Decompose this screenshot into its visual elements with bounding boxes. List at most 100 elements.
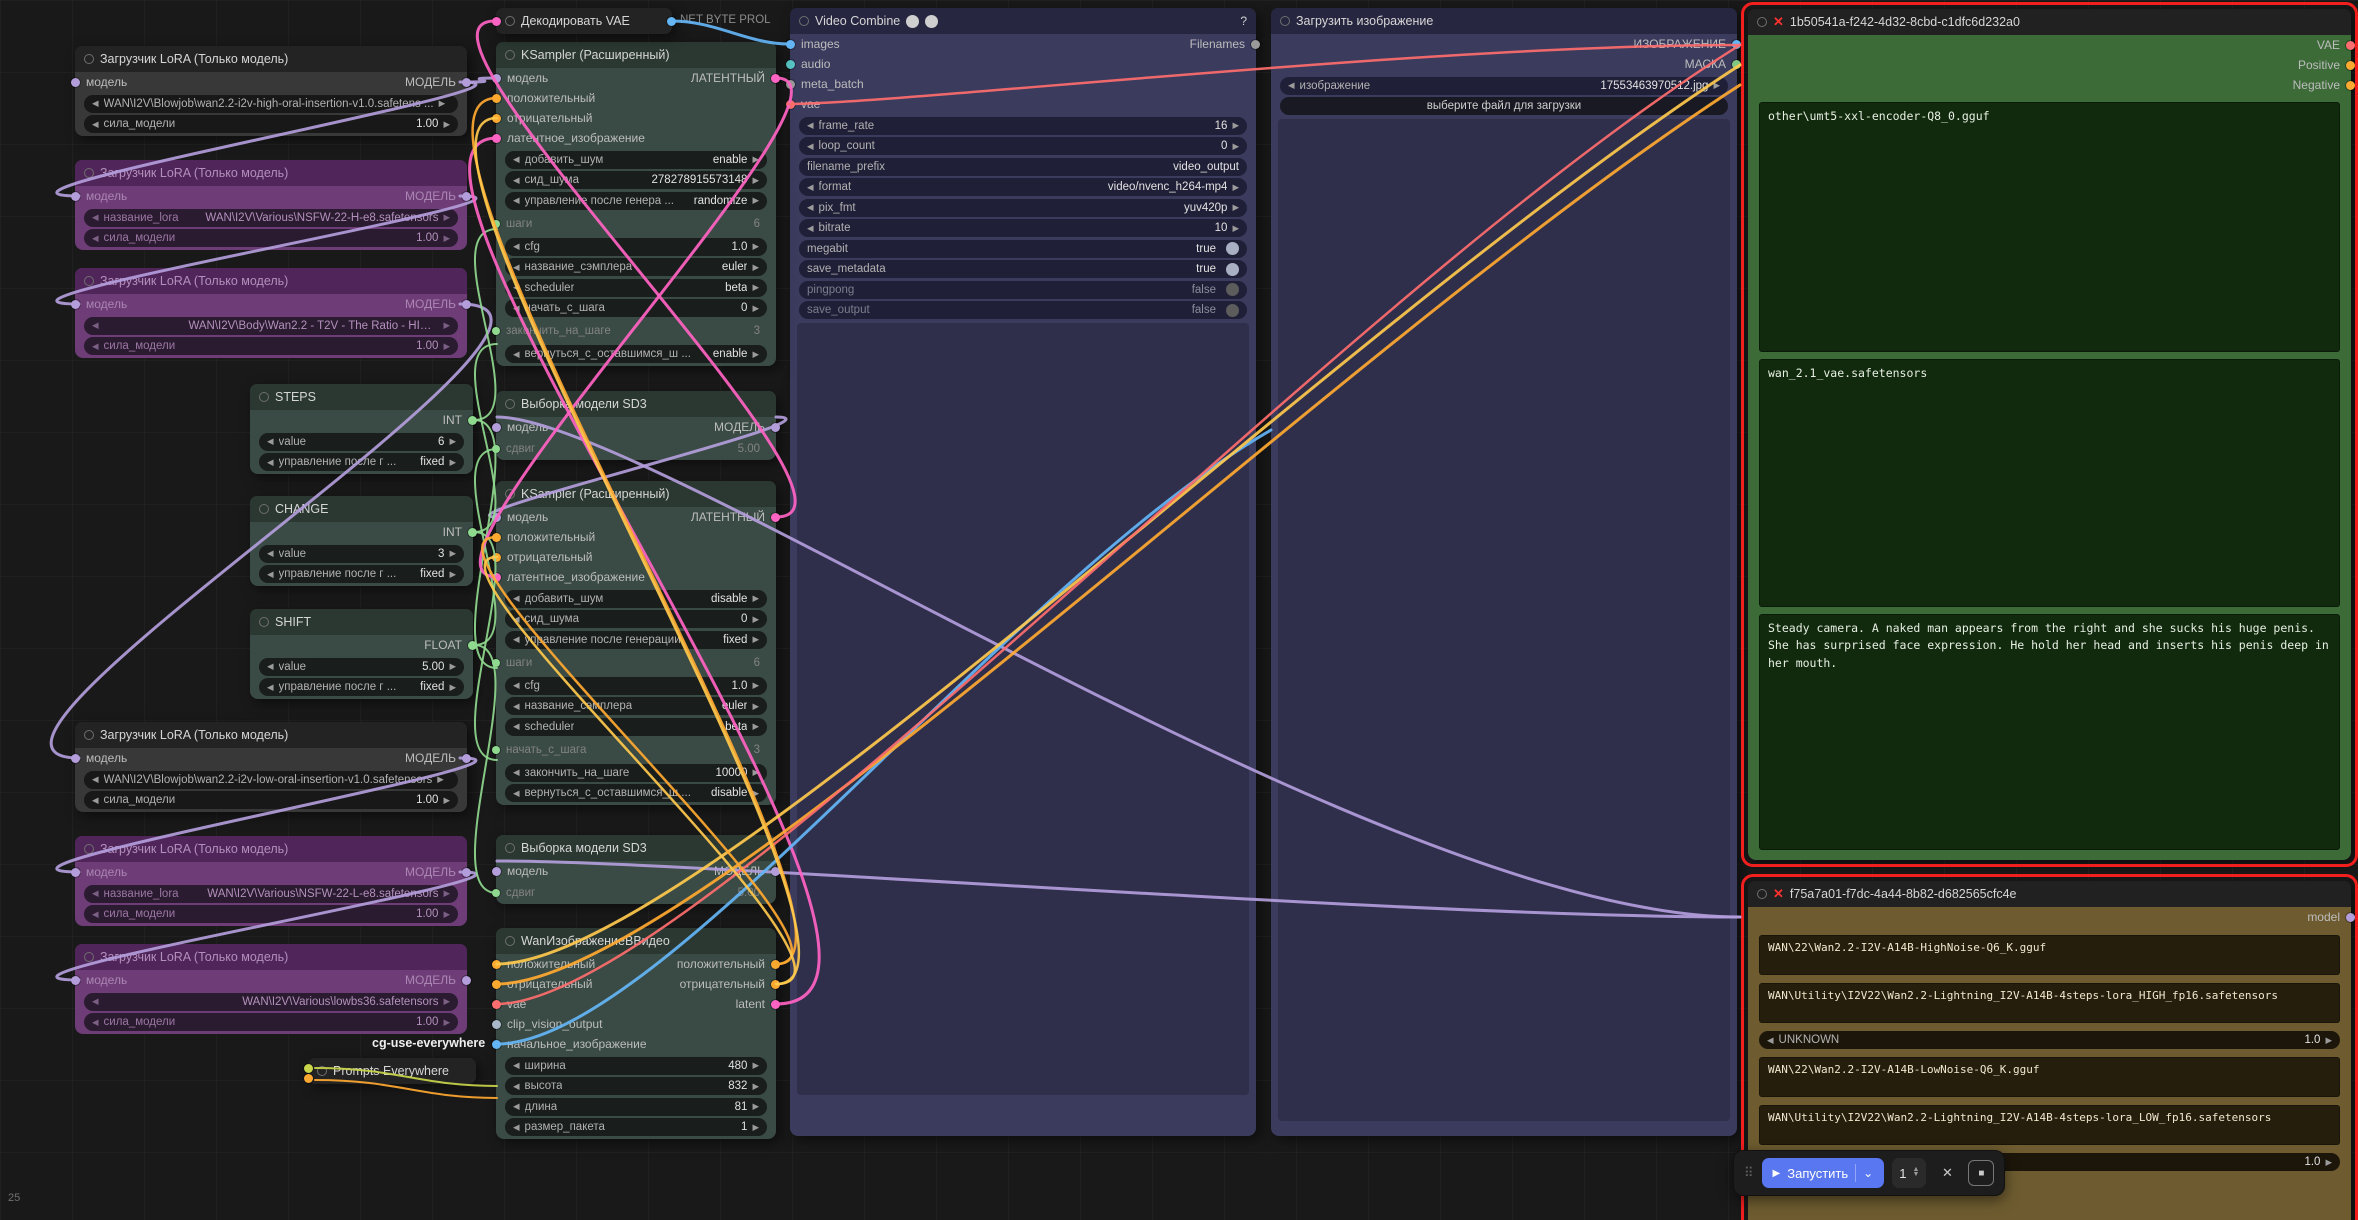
- combo-right-arrow[interactable]: ▶: [2325, 1158, 2332, 1167]
- node-titlebar[interactable]: KSampler (Расширенный): [496, 42, 776, 68]
- output-model[interactable]: МОДЕЛЬ: [714, 420, 766, 434]
- widget-megabit-toggle[interactable]: megabittrue: [799, 240, 1247, 258]
- combo-left-arrow[interactable]: ◀: [513, 1123, 520, 1132]
- combo-left-arrow[interactable]: ◀: [513, 1082, 520, 1091]
- combo-right-arrow[interactable]: ▶: [2325, 1036, 2332, 1045]
- stop-button[interactable]: ■: [1968, 1160, 1994, 1186]
- model-output-dot[interactable]: [462, 976, 471, 985]
- combo-right-arrow[interactable]: ▶: [443, 997, 450, 1006]
- clip-model-textbox[interactable]: other\umt5-xxl-encoder-Q8_0.gguf: [1759, 102, 2340, 352]
- combo-right-arrow[interactable]: ▶: [449, 683, 456, 692]
- input-model[interactable]: модель: [506, 71, 548, 85]
- widget-control-after-generate[interactable]: ◀управление после г ...fixed▶: [259, 453, 464, 471]
- meta-batch-input-dot[interactable]: [786, 80, 795, 89]
- widget-add-noise[interactable]: ◀добавить_шумenable▶: [505, 151, 767, 169]
- conditioning-input-dot[interactable]: [492, 533, 501, 542]
- combo-right-arrow[interactable]: ▶: [752, 635, 759, 644]
- combo-right-arrow[interactable]: ▶: [443, 234, 450, 243]
- node-steps-int[interactable]: STEPS INT ◀value6▶ ◀управление после г .…: [250, 384, 473, 474]
- input-model[interactable]: модель: [85, 751, 127, 765]
- node-shift-float[interactable]: SHIFT FLOAT ◀value5.00▶ ◀управление посл…: [250, 609, 473, 699]
- combo-left-arrow[interactable]: ◀: [513, 304, 520, 313]
- node-titlebar[interactable]: Загрузчик LoRA (Только модель): [75, 836, 467, 862]
- combo-right-arrow[interactable]: ▶: [752, 594, 759, 603]
- collapse-dot[interactable]: [799, 16, 809, 26]
- node-titlebar[interactable]: Загрузчик LoRA (Только модель): [75, 46, 467, 72]
- output-image[interactable]: ИЗОБРАЖЕНИЕ: [1633, 37, 1727, 51]
- model-output-dot[interactable]: [462, 868, 471, 877]
- choose-file-button[interactable]: выберите файл для загрузки: [1280, 97, 1728, 115]
- input-model[interactable]: модель: [85, 75, 127, 89]
- node-titlebar[interactable]: Декодировать VAE: [496, 8, 672, 34]
- combo-left-arrow[interactable]: ◀: [267, 662, 274, 671]
- collapse-dot[interactable]: [505, 936, 515, 946]
- combo-right-arrow[interactable]: ▶: [449, 458, 456, 467]
- combo-left-arrow[interactable]: ◀: [513, 176, 520, 185]
- widget-pix-fmt[interactable]: ◀pix_fmtyuv420p▶: [799, 199, 1247, 217]
- output-model[interactable]: МОДЕЛЬ: [714, 864, 766, 878]
- combo-left-arrow[interactable]: ◀: [92, 213, 99, 222]
- node-ksampler-advanced-2[interactable]: KSampler (Расширенный) модель ЛАТЕНТНЫЙ …: [496, 481, 776, 805]
- collapse-dot[interactable]: [317, 1066, 327, 1076]
- output-vae[interactable]: VAE: [2317, 38, 2341, 52]
- input-model[interactable]: модель: [506, 864, 548, 878]
- combo-right-arrow[interactable]: ▶: [449, 437, 456, 446]
- input-positive[interactable]: положительный: [506, 530, 595, 544]
- combo-left-arrow[interactable]: ◀: [92, 234, 99, 243]
- red-x-icon[interactable]: ✕: [1773, 14, 1784, 30]
- combo-right-arrow[interactable]: ▶: [752, 1061, 759, 1070]
- input-negative[interactable]: отрицательный: [506, 977, 592, 991]
- node-titlebar[interactable]: Загрузчик LoRA (Только модель): [75, 722, 467, 748]
- combo-left-arrow[interactable]: ◀: [1767, 1036, 1774, 1045]
- combo-right-arrow[interactable]: ▶: [443, 1018, 450, 1027]
- widget-model-strength[interactable]: ◀сила_модели1.00▶: [84, 229, 458, 247]
- high-noise-lora-field[interactable]: WAN\Utility\I2V22\Wan2.2-Lightning_I2V-A…: [1759, 983, 2340, 1023]
- node-titlebar[interactable]: Video Combine?: [790, 8, 1256, 34]
- int-input-dot[interactable]: [492, 659, 500, 667]
- node-lora-loader-low[interactable]: Загрузчик LoRA (Только модель) модель МО…: [75, 722, 467, 812]
- toggle-knob[interactable]: [1226, 304, 1239, 317]
- input-start-image[interactable]: начальное_изображение: [506, 1037, 647, 1051]
- node-titlebar[interactable]: STEPS: [250, 384, 473, 410]
- collapse-dot[interactable]: [1280, 16, 1290, 26]
- input-clip-vision-output[interactable]: clip_vision_output: [506, 1017, 602, 1031]
- model-output-dot[interactable]: [462, 300, 471, 309]
- output-int[interactable]: INT: [443, 525, 463, 539]
- collapse-dot[interactable]: [259, 504, 269, 514]
- toggle-knob[interactable]: [1226, 263, 1239, 276]
- node-titlebar[interactable]: Prompts Everywhere: [308, 1058, 476, 1084]
- widget-batch-size[interactable]: ◀размер_пакета1▶: [505, 1118, 767, 1136]
- widget-model-strength[interactable]: ◀сила_модели1.00▶: [84, 115, 458, 133]
- combo-left-arrow[interactable]: ◀: [92, 910, 99, 919]
- widget-value[interactable]: ◀value5.00▶: [259, 658, 464, 676]
- int-output-dot[interactable]: [468, 528, 477, 537]
- input-audio[interactable]: audio: [800, 57, 830, 71]
- widget-noise-seed[interactable]: ◀сид_шума0▶: [505, 610, 767, 628]
- node-titlebar[interactable]: Выборка модели SD3: [496, 391, 776, 417]
- output-mask[interactable]: МАСКА: [1685, 57, 1727, 71]
- widget-lora-name[interactable]: ◀WAN\I2V\Blowjob\wan2.2-i2v-high-oral-in…: [84, 95, 458, 113]
- input-latent-image[interactable]: латентное_изображение: [506, 131, 645, 145]
- model-input-dot[interactable]: [71, 976, 80, 985]
- node-titlebar[interactable]: SHIFT: [250, 609, 473, 635]
- conditioning-input-dot[interactable]: [492, 980, 501, 989]
- combo-left-arrow[interactable]: ◀: [513, 196, 520, 205]
- widget-high-lora-strength[interactable]: ◀UNKNOWN1.0▶: [1759, 1031, 2340, 1049]
- combo-left-arrow[interactable]: ◀: [513, 789, 520, 798]
- conditioning-output-dot[interactable]: [2346, 81, 2355, 90]
- node-titlebar[interactable]: Выборка модели SD3: [496, 835, 776, 861]
- output-model[interactable]: МОДЕЛЬ: [405, 751, 457, 765]
- collapse-dot[interactable]: [505, 399, 515, 409]
- model-input-dot[interactable]: [492, 74, 501, 83]
- model-input-dot[interactable]: [492, 867, 501, 876]
- combo-right-arrow[interactable]: ▶: [752, 283, 759, 292]
- widget-bitrate[interactable]: ◀bitrate10▶: [799, 219, 1247, 237]
- model-input-dot[interactable]: [492, 423, 501, 432]
- collapse-dot[interactable]: [84, 730, 94, 740]
- chevron-down-icon[interactable]: ⌄: [1863, 1166, 1873, 1180]
- combo-left-arrow[interactable]: ◀: [807, 224, 814, 233]
- combo-right-arrow[interactable]: ▶: [752, 722, 759, 731]
- widget-lora-name[interactable]: ◀WAN\I2V\Various\lowbs36.safetensors▶: [84, 993, 458, 1011]
- node-prompts-everywhere[interactable]: Prompts Everywhere: [308, 1058, 476, 1084]
- combo-left-arrow[interactable]: ◀: [513, 155, 520, 164]
